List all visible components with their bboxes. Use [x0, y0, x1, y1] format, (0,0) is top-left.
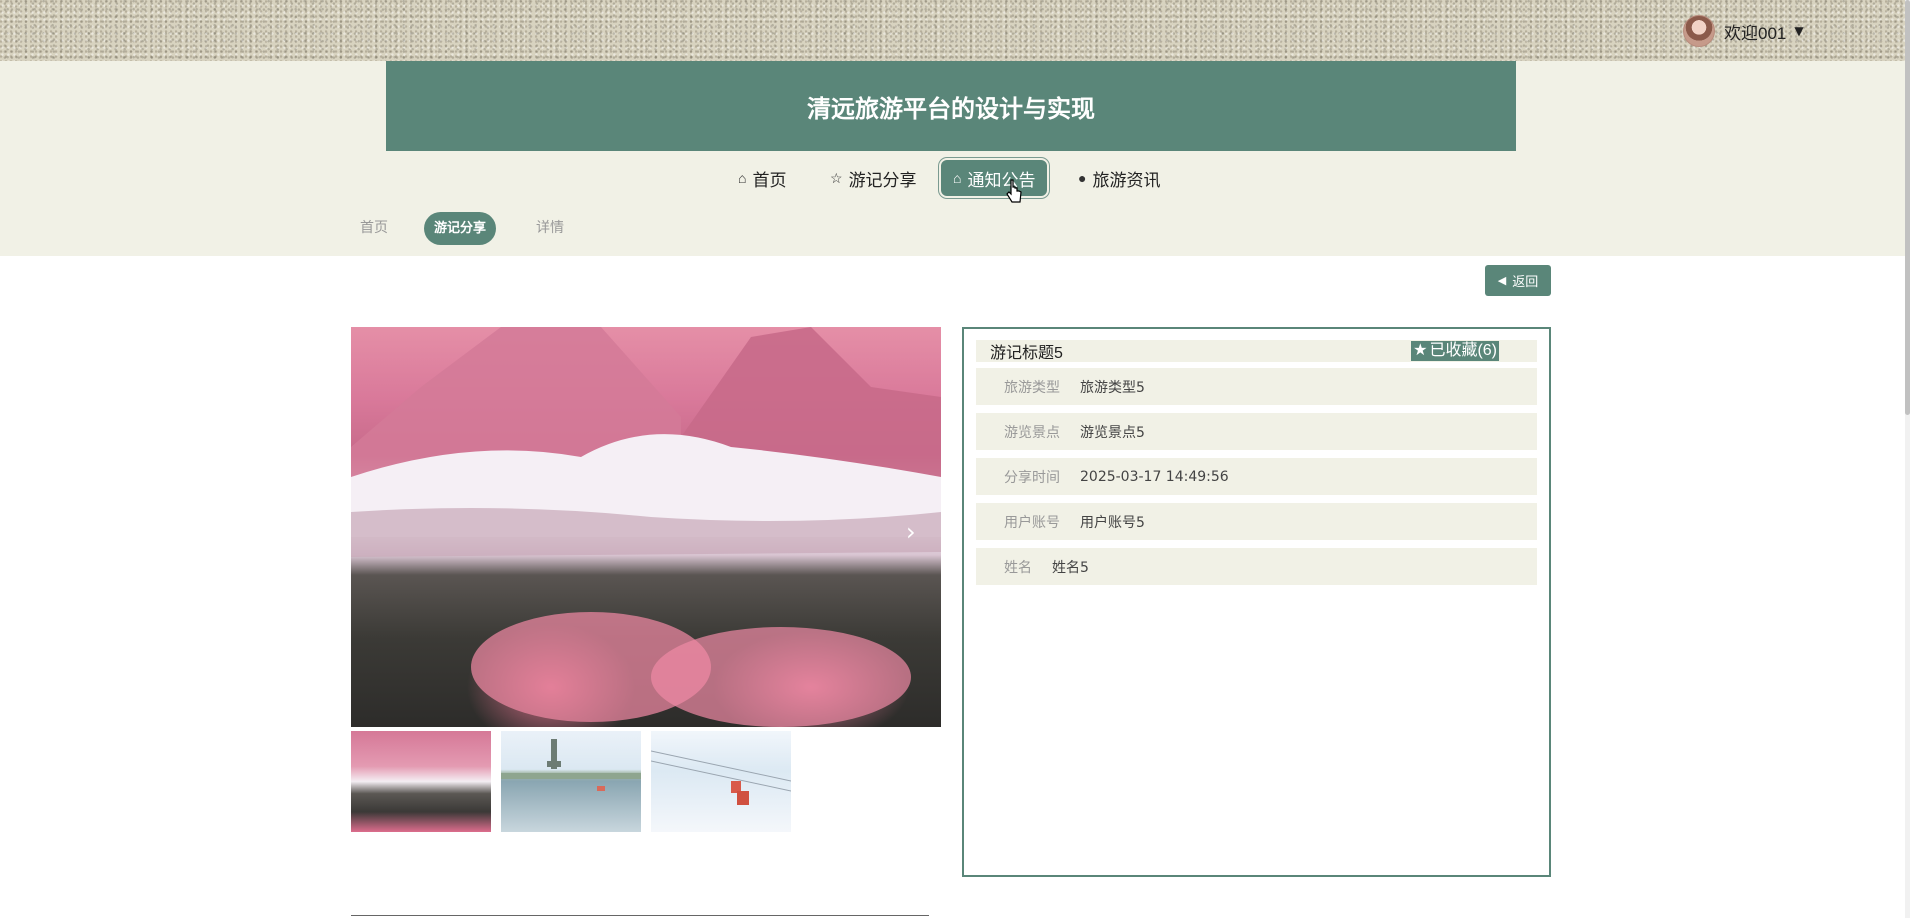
thumbnail-image[interactable] — [651, 731, 791, 832]
nav-item-home[interactable]: ⌂ 首页 — [738, 160, 786, 196]
detail-field-row: 姓名 姓名5 — [976, 548, 1537, 585]
page-scrollbar[interactable] — [1905, 0, 1910, 918]
main-image — [351, 327, 941, 727]
favorite-label: 已收藏(6) — [1429, 342, 1497, 359]
breadcrumb: 首页 游记分享 详情 — [0, 212, 1905, 246]
nav-item-announcements[interactable]: ⌂ 通知公告 — [941, 160, 1048, 196]
nav-label: 旅游资讯 — [1092, 170, 1161, 190]
thumbnail-image[interactable] — [351, 731, 491, 832]
field-value: 旅游类型5 — [1080, 379, 1145, 396]
site-title: 清远旅游平台的设计与实现 — [807, 95, 1095, 123]
detail-field-row: 旅游类型 旅游类型5 — [976, 368, 1537, 405]
info-icon: ● — [1078, 170, 1087, 186]
thumbnail-image[interactable] — [501, 731, 641, 832]
nav-item-travel-news[interactable]: ● 旅游资讯 — [1078, 160, 1160, 196]
field-label: 分享时间 — [1004, 469, 1060, 486]
main-nav: ⌂ 首页 ☆ 游记分享 ⌂ 通知公告 ● 旅游资讯 — [0, 152, 1905, 200]
detail-title: 游记标题5 — [990, 345, 1063, 362]
detail-panel: 游记标题5 ★ 已收藏(6) 旅游类型 旅游类型5 游览景点 游览景点5 分享时间… — [962, 327, 1551, 877]
pointer-cursor-icon — [1006, 179, 1022, 203]
nav-item-travel-notes[interactable]: ☆ 游记分享 — [830, 160, 917, 196]
field-value: 2025-03-17 14:49:56 — [1080, 468, 1229, 485]
top-bar — [0, 0, 1905, 61]
field-label: 游览景点 — [1004, 424, 1060, 441]
user-menu[interactable]: 欢迎001 ▼ — [1683, 14, 1804, 48]
home-icon: ⌂ — [738, 170, 747, 186]
detail-title-row: 游记标题5 ★ 已收藏(6) — [976, 340, 1537, 362]
breadcrumb-home[interactable]: 首页 — [360, 212, 388, 245]
nav-label: 游记分享 — [848, 170, 917, 190]
nav-label: 通知公告 — [967, 170, 1036, 190]
field-value: 用户账号5 — [1080, 514, 1145, 531]
title-banner: 清远旅游平台的设计与实现 — [386, 61, 1516, 151]
bag-icon: ⌂ — [953, 170, 962, 186]
detail-field-row: 分享时间 2025-03-17 14:49:56 — [976, 458, 1537, 495]
field-label: 旅游类型 — [1004, 379, 1060, 396]
breadcrumb-detail: 详情 — [536, 220, 564, 236]
field-label: 用户账号 — [1004, 514, 1060, 531]
welcome-text[interactable]: 欢迎001 — [1724, 19, 1786, 44]
field-label: 姓名 — [1004, 559, 1032, 576]
next-slide-icon[interactable]: › — [906, 518, 916, 546]
back-label: 返回 — [1512, 275, 1539, 290]
avatar[interactable] — [1683, 15, 1715, 47]
detail-field-row: 用户账号 用户账号5 — [976, 503, 1537, 540]
breadcrumb-travel-notes[interactable]: 游记分享 — [424, 212, 497, 245]
nav-label: 首页 — [752, 170, 787, 190]
caret-left-icon: ◀ — [1497, 274, 1507, 287]
back-button[interactable]: ◀ 返回 — [1485, 265, 1551, 296]
field-value: 游览景点5 — [1080, 424, 1145, 441]
divider — [351, 915, 929, 916]
star-icon: ☆ — [830, 169, 843, 186]
field-value: 姓名5 — [1052, 559, 1089, 576]
scrollbar-thumb[interactable] — [1905, 0, 1910, 415]
favorite-button[interactable]: ★ 已收藏(6) — [1411, 341, 1499, 361]
detail-field-row: 游览景点 游览景点5 — [976, 413, 1537, 450]
caret-down-icon[interactable]: ▼ — [1794, 24, 1803, 38]
star-filled-icon: ★ — [1413, 342, 1428, 359]
